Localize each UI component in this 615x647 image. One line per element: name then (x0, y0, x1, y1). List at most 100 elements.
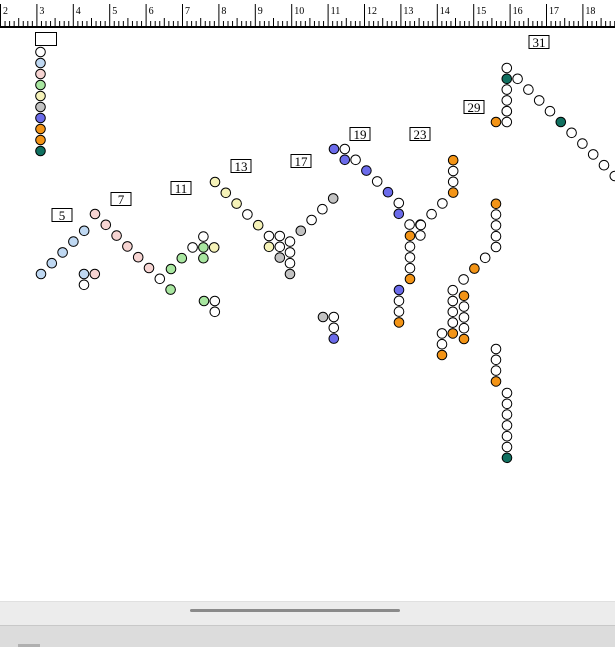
sequence-node (263, 241, 275, 253)
sequence-node (447, 295, 459, 307)
horizontal-scrollbar[interactable] (0, 601, 615, 626)
sequence-node (533, 95, 545, 106)
sequence-node (393, 208, 405, 220)
sequence-node (295, 225, 307, 237)
legend-swatch (35, 134, 46, 146)
sequence-node (198, 242, 209, 253)
ruler-label: 3 (39, 6, 44, 17)
legend-swatch (35, 68, 46, 80)
sequence-node (501, 84, 513, 95)
sequence-node (328, 322, 340, 334)
sequence-node (447, 187, 459, 198)
ruler-label: 14 (440, 6, 450, 17)
status-bar (0, 625, 615, 647)
ruler: 2345678910111213141516171819 (0, 0, 615, 28)
sequence-node (587, 149, 599, 160)
sequence-node (501, 73, 513, 85)
sequence-node (143, 262, 155, 274)
sequence-node (284, 257, 296, 269)
ruler-scale: 2345678910111213141516171819 (0, 4, 615, 27)
sequence-node (35, 268, 47, 280)
sequence-node (501, 95, 513, 106)
sequence-node (393, 197, 405, 209)
diagram-canvas[interactable]: 5 7 11 13 17 19 23 29 31 (0, 28, 615, 601)
ruler-label: 8 (221, 6, 226, 17)
sequence-node (132, 251, 144, 263)
sequence-node (339, 143, 351, 155)
sequence-node (490, 220, 502, 231)
sequence-node (187, 242, 198, 253)
sequence-node (198, 252, 209, 264)
sequence-node (382, 186, 394, 198)
sequence-node (327, 193, 339, 204)
ruler-label: 4 (76, 6, 81, 17)
sequence-node (436, 338, 448, 350)
sequence-node (220, 187, 232, 199)
ruler-label: 17 (549, 6, 559, 17)
sequence-node (209, 176, 221, 188)
sequence-node (361, 165, 372, 176)
sequence-diagram: 5 7 11 13 17 19 23 29 31 (35, 32, 615, 464)
group-label: 17 (295, 154, 309, 169)
sequence-node (609, 170, 615, 182)
sequence-node (415, 219, 427, 231)
group-label: 23 (414, 127, 427, 142)
sequence-node (447, 306, 459, 318)
sequence-node (89, 208, 101, 220)
sequence-node (447, 154, 459, 166)
sequence-node (458, 312, 470, 323)
sequence-node (501, 409, 513, 420)
sequence-node (284, 268, 296, 280)
sequence-node (436, 328, 448, 339)
sequence-node (598, 159, 610, 171)
group-label: 5 (59, 208, 66, 223)
scrollbar-thumb[interactable] (190, 609, 400, 612)
legend-swatch (35, 101, 46, 113)
sequence-node (501, 452, 513, 464)
sequence-node (404, 252, 416, 263)
sequence-node (577, 138, 588, 149)
group-label: 11 (175, 181, 188, 196)
sequence-node (447, 317, 459, 328)
sequence-node (78, 225, 90, 237)
sequence-node (501, 430, 513, 442)
group-label: 29 (468, 100, 481, 115)
sequence-node (490, 198, 502, 210)
sequence-node (555, 116, 567, 128)
legend-swatch (35, 46, 46, 58)
sequence-node (165, 284, 176, 295)
sequence-node (284, 236, 296, 247)
sequence-node (393, 284, 405, 296)
sequence-node (209, 306, 221, 318)
sequence-node (284, 247, 296, 258)
ruler-label: 6 (149, 6, 154, 17)
sequence-node (154, 273, 166, 285)
sequence-node (490, 343, 502, 355)
sequence-node (404, 273, 416, 285)
sequence-node (501, 105, 513, 117)
group-label: 13 (235, 159, 248, 174)
legend-swatch (35, 90, 46, 102)
legend-swatch (35, 123, 46, 135)
sequence-node (447, 165, 459, 177)
sequence-node (458, 322, 470, 334)
ruler-label: 16 (513, 6, 523, 17)
sequence-node (436, 349, 448, 361)
sequence-node (490, 116, 502, 128)
sequence-node (393, 295, 405, 307)
sequence-node (46, 257, 58, 269)
sequence-node (437, 198, 448, 209)
sequence-node (490, 365, 502, 376)
sequence-node (469, 263, 480, 274)
sequence-node (490, 230, 502, 242)
sequence-node (447, 176, 459, 188)
ruler-label: 7 (185, 6, 190, 17)
sequence-node (447, 328, 459, 339)
sequence-node (501, 62, 513, 74)
ruler-label: 12 (367, 6, 377, 17)
sequence-node (501, 387, 513, 399)
sequence-node (317, 203, 328, 215)
sequence-node (458, 274, 469, 285)
sequence-node (57, 247, 68, 258)
ruler-label: 10 (294, 6, 304, 17)
